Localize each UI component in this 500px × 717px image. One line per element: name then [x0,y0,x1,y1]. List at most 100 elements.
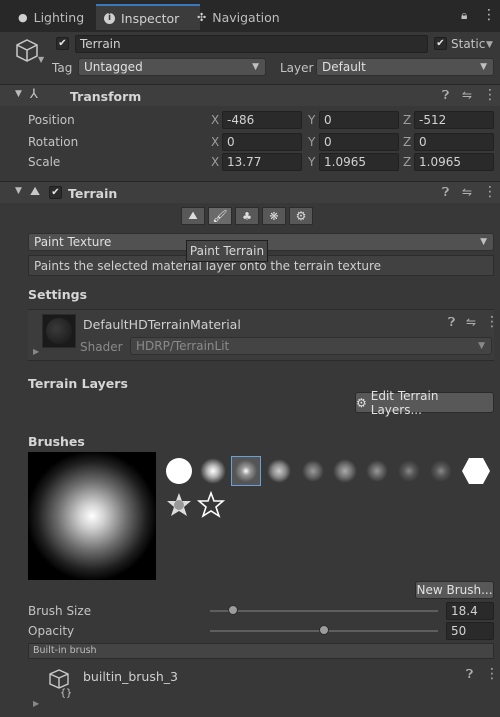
brush-size-field[interactable]: 18.4 [446,602,494,620]
static-dropdown-arrow[interactable]: ▼ [486,40,493,50]
brush-size-label: Brush Size [28,604,92,618]
axis-z-label: Z [403,113,412,127]
edit-terrain-layers-label: Edit Terrain Layers... [370,388,439,417]
terrain-enabled-checkbox[interactable]: ✔ [49,186,62,199]
help-icon[interactable]: ❓︎ [442,88,449,103]
tag-dropdown[interactable]: Untagged ▼ [78,58,266,76]
static-checkbox[interactable]: ✔ [434,37,447,50]
brush-asset-icon: {} [46,668,76,701]
rotation-y-field[interactable]: 0 [319,133,399,151]
more-options-icon[interactable]: ⋮ [482,7,496,23]
shader-label: Shader [80,340,123,354]
brush-thumb[interactable] [196,490,226,519]
axis-y-label: Y [308,113,316,127]
material-preview[interactable] [42,314,76,348]
terrain-component-icon: ⛰︎ [30,184,41,198]
rotation-x-value: 0 [227,135,235,149]
presets-icon[interactable]: ⇋ [462,185,472,199]
place-trees-tool[interactable]: ♣ [235,207,259,225]
presets-icon[interactable]: ⇋ [462,88,472,102]
help-icon[interactable]: ❓︎ [448,315,455,330]
brush-grid [163,455,499,525]
component-menu-icon[interactable]: ⋮ [483,184,497,200]
tab-inspector[interactable]: i Inspector [96,4,200,30]
icon-dropdown-arrow[interactable]: ▼ [38,55,44,64]
edit-terrain-layers-button[interactable]: ⚙︎ Edit Terrain Layers... [355,389,494,417]
brush-thumb[interactable] [395,457,423,485]
help-icon[interactable]: ❓︎ [442,185,449,200]
brush-thumb[interactable] [427,457,455,485]
gear-icon: ⚙︎ [295,209,307,223]
navigation-icon: ✣ [197,10,207,24]
shader-dropdown[interactable]: HDRP/TerrainLit ▼ [130,337,492,355]
terrain-settings-tool[interactable]: ⚙︎ [289,207,313,225]
tab-inspector-label: Inspector [121,10,180,26]
raise-terrain-tool[interactable]: ⛰︎ [181,207,205,225]
component-menu-icon[interactable]: ⋮ [483,87,497,103]
chevron-down-icon: ▼ [478,341,485,351]
chevron-down-icon: ▼ [252,62,259,72]
brush-thumb-selected[interactable] [231,456,261,486]
layer-dropdown[interactable]: Default ▼ [316,58,494,76]
details-icon: ❋ [269,209,279,223]
gear-icon: ⚙︎ [356,395,367,410]
transform-header[interactable]: ▼ ⅄ Transform ❓︎ ⇋ ⋮ [0,84,500,106]
chevron-down-icon: ▼ [480,237,487,247]
scale-y-field[interactable]: 1.0965 [319,153,399,171]
scale-x-field[interactable]: 13.77 [222,153,302,171]
presets-icon[interactable]: ⇋ [466,315,476,329]
active-checkbox[interactable]: ✔ [56,37,69,50]
position-label: Position [28,113,75,127]
rotation-y-value: 0 [324,135,332,149]
paint-mode-value: Paint Texture [34,235,112,249]
brush-thumb[interactable] [461,456,490,484]
tab-navigation[interactable]: ✣ Navigation [197,6,280,28]
position-x-value: -486 [227,113,255,127]
brush-thumb[interactable] [299,457,327,485]
rotation-x-field[interactable]: 0 [222,133,302,151]
new-brush-button[interactable]: New Brush... [415,581,494,599]
builtin-brush-bar: Built-in brush [28,643,494,659]
tab-lighting-label: Lighting [33,9,85,25]
lock-icon[interactable]: 🔒︎ [461,8,467,23]
brushes-title: Brushes [28,434,85,449]
tab-lighting[interactable]: ● Lighting [18,6,84,28]
paint-details-tool[interactable]: ❋ [262,207,286,225]
static-label: Static [451,37,486,51]
position-y-value: 0 [324,113,332,127]
brush-size-slider[interactable] [210,610,438,612]
rotation-z-field[interactable]: 0 [414,133,494,151]
material-name: DefaultHDTerrainMaterial [83,317,241,332]
terrain-header[interactable]: ▼ ⛰︎ ✔ Terrain ❓︎ ⇋ ⋮ [0,181,500,203]
tab-bar: ● Lighting i Inspector ✣ Navigation 🔒︎ ⋮ [0,0,500,32]
opacity-slider-thumb[interactable] [319,625,329,635]
object-name-field[interactable]: Terrain [75,35,428,53]
terrain-tool-strip: ⛰︎ 🖌︎ ♣ ❋ ⚙︎ [181,207,313,225]
brush-thumb[interactable] [165,457,193,485]
paint-terrain-tool[interactable]: 🖌︎ [208,207,232,225]
tag-label: Tag [52,61,73,75]
help-icon[interactable]: ❓︎ [466,667,473,682]
foldout-arrow-icon[interactable]: ▼ [15,186,22,196]
trees-icon: ♣ [242,209,252,223]
brush-asset-foldout-icon[interactable]: ▶ [33,699,39,708]
foldout-arrow-icon[interactable]: ▼ [15,89,22,99]
position-x-field[interactable]: -486 [222,111,302,129]
scale-z-field[interactable]: 1.0965 [414,153,494,171]
axis-y-label: Y [308,135,316,149]
position-y-field[interactable]: 0 [319,111,399,129]
brush-thumb[interactable] [363,457,391,485]
material-menu-icon[interactable]: ⋮ [485,314,499,330]
brush-preview [28,452,156,580]
rotation-label: Rotation [28,135,79,149]
brush-thumb[interactable] [331,457,359,485]
material-sphere [46,318,72,344]
material-foldout-icon[interactable]: ▶ [33,347,39,356]
brush-thumb[interactable] [265,457,293,485]
brush-thumb[interactable] [165,491,193,519]
brush-thumb[interactable] [199,457,227,485]
brush-size-slider-thumb[interactable] [227,605,238,615]
opacity-field[interactable]: 50 [446,622,494,640]
position-z-field[interactable]: -512 [414,111,494,129]
brush-asset-menu-icon[interactable]: ⋮ [485,666,499,682]
